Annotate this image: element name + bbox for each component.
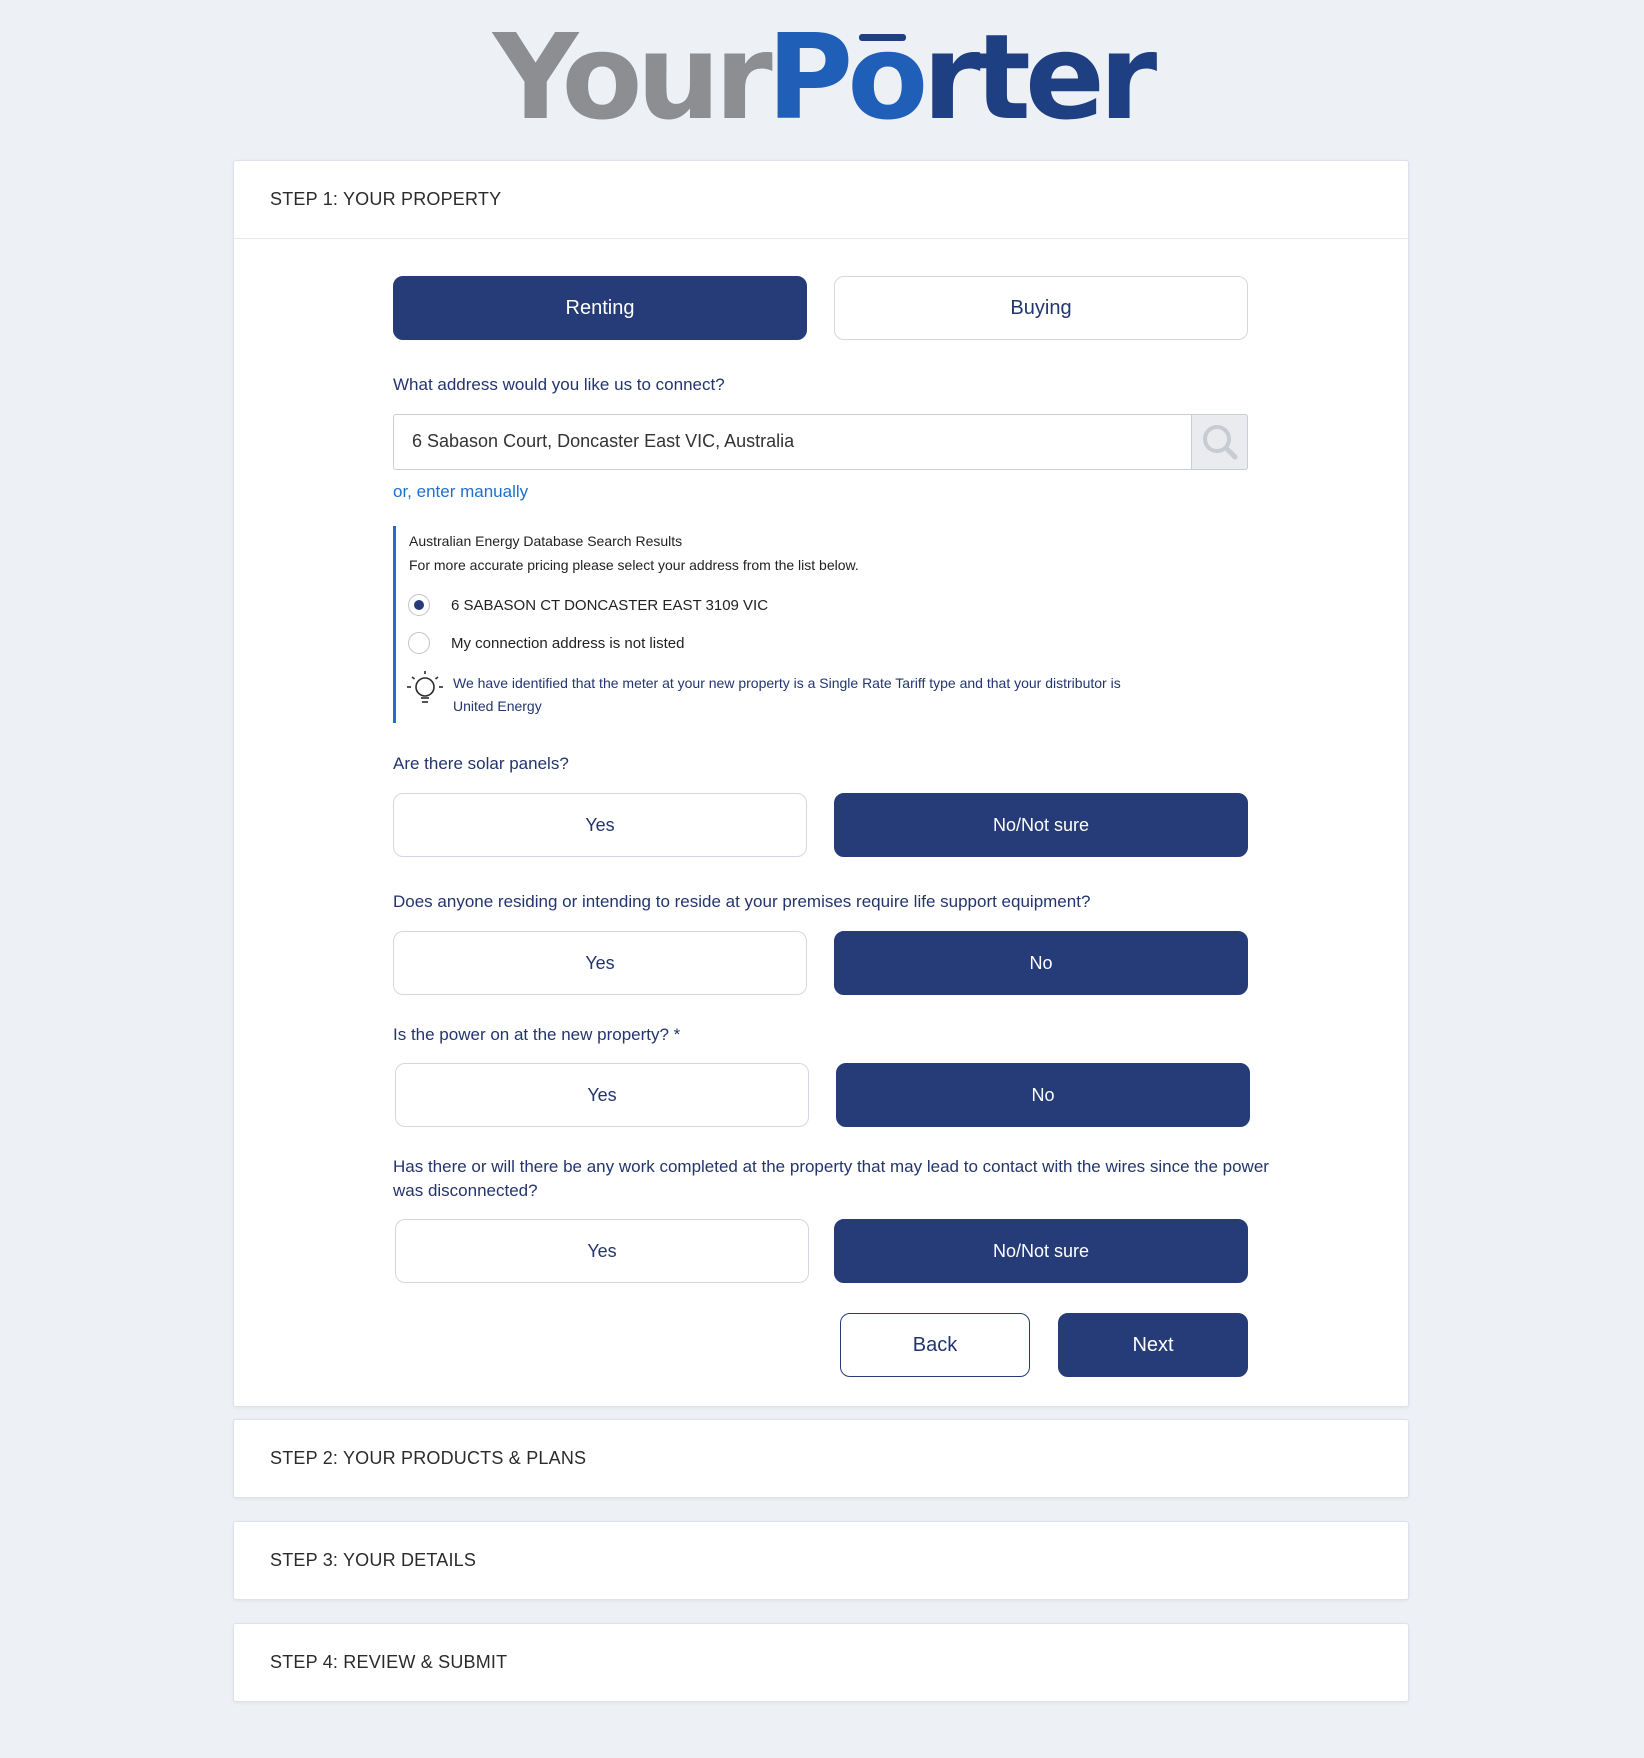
step-1-header[interactable]: STEP 1: YOUR PROPERTY [234,161,1408,239]
your-porter-logo: YourP orter [492,8,1157,146]
step-4-card[interactable]: STEP 4: REVIEW & SUBMIT [233,1623,1409,1702]
solar-no-button[interactable]: No/Not sure [834,793,1248,857]
search-results-panel: Australian Energy Database Search Result… [393,526,1153,723]
address-option-sabason[interactable]: 6 SABASON CT DONCASTER EAST 3109 VIC [408,592,768,618]
address-option-label: My connection address is not listed [451,634,685,652]
address-search-field[interactable]: 6 Sabason Court, Doncaster East VIC, Aus… [393,414,1248,470]
step-3-header[interactable]: STEP 3: YOUR DETAILS [234,1522,1408,1599]
power-on-question: Is the power on at the new property? * [393,1025,681,1044]
renting-button[interactable]: Renting [393,276,807,340]
search-button[interactable] [1191,414,1248,470]
step-2-header[interactable]: STEP 2: YOUR PRODUCTS & PLANS [234,1420,1408,1497]
enter-manually-link[interactable]: or, enter manually [393,482,528,502]
step-3-card[interactable]: STEP 3: YOUR DETAILS [233,1521,1409,1600]
solar-yes-button[interactable]: Yes [393,793,807,857]
radio-selected[interactable] [408,594,430,616]
address-search-value[interactable]: 6 Sabason Court, Doncaster East VIC, Aus… [412,431,794,452]
solar-question: Are there solar panels? [393,754,569,773]
address-question: What address would you like us to connec… [393,375,725,394]
life-support-no-button[interactable]: No [834,931,1248,995]
step-4-header[interactable]: STEP 4: REVIEW & SUBMIT [234,1624,1408,1701]
life-support-yes-button[interactable]: Yes [393,931,807,995]
buying-button[interactable]: Buying [834,276,1248,340]
step-1-card: STEP 1: YOUR PROPERTY Renting Buying Wha… [233,160,1409,1407]
power-on-no-button[interactable]: No [836,1063,1250,1127]
back-button[interactable]: Back [840,1313,1030,1377]
address-option-label: 6 SABASON CT DONCASTER EAST 3109 VIC [451,596,769,614]
radio-unselected[interactable] [408,632,430,654]
address-option-not-listed[interactable]: My connection address is not listed [408,630,684,656]
meter-info-text: We have identified that the meter at you… [453,675,1121,714]
life-support-question: Does anyone residing or intending to res… [393,892,1091,911]
lightbulb-icon [407,671,443,703]
results-heading: Australian Energy Database Search Result… [409,533,683,549]
wires-question: Has there or will there be any work comp… [393,1157,1269,1200]
search-icon [1202,425,1237,460]
step-2-card[interactable]: STEP 2: YOUR PRODUCTS & PLANS [233,1419,1409,1498]
wires-no-button[interactable]: No/Not sure [834,1219,1248,1283]
power-on-yes-button[interactable]: Yes [395,1063,809,1127]
next-button[interactable]: Next [1058,1313,1248,1377]
results-subheading: For more accurate pricing please select … [409,557,859,573]
wires-yes-button[interactable]: Yes [395,1219,809,1283]
